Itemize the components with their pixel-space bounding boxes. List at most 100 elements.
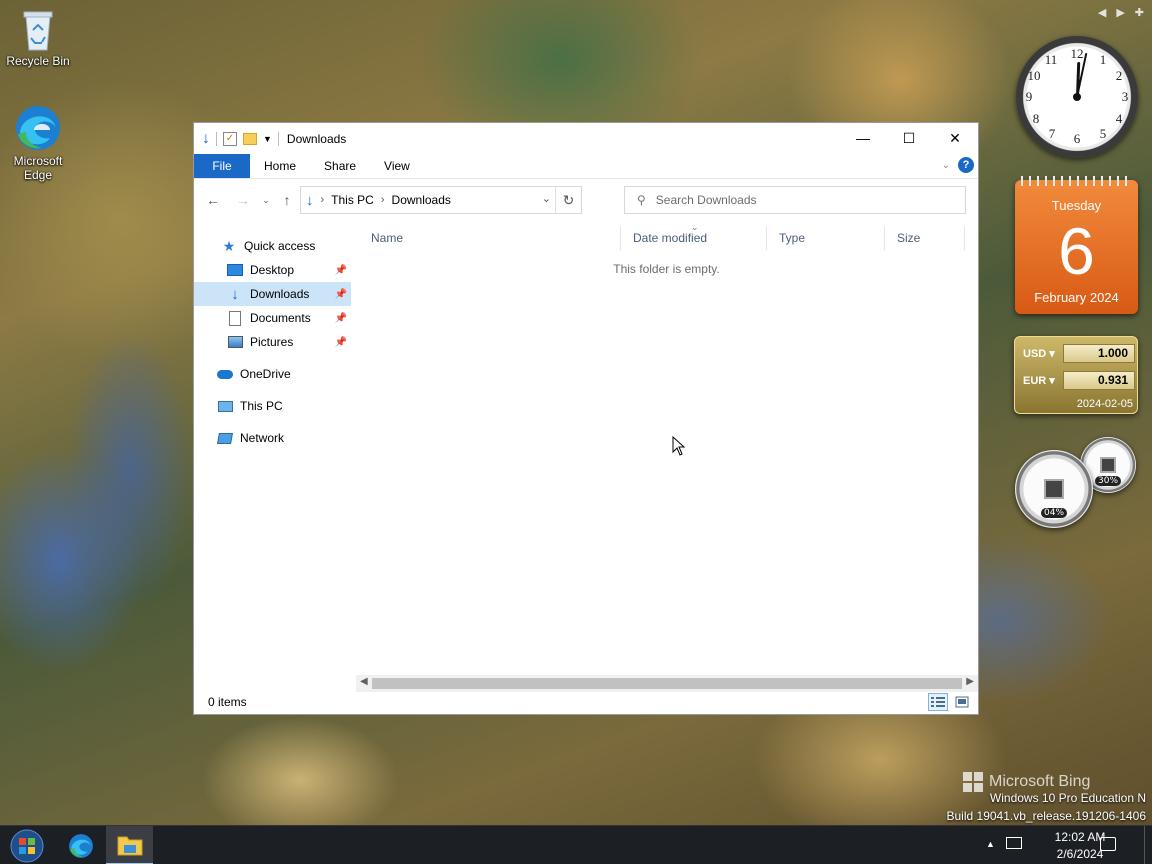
tab-share[interactable]: Share bbox=[310, 154, 370, 178]
breadcrumb-downloads[interactable]: Downloads bbox=[392, 193, 451, 207]
currency-gadget[interactable]: USD ▾ 1.000 EUR ▾ 0.931 2024-02-05 bbox=[1014, 336, 1138, 414]
ribbon-controls: ⌄ ? bbox=[942, 157, 974, 173]
desktop-icon-recycle-bin[interactable]: Recycle Bin bbox=[0, 8, 76, 68]
calendar-day: 6 bbox=[1058, 214, 1095, 288]
scroll-right-icon[interactable]: ▶ bbox=[966, 676, 974, 687]
currency-value[interactable]: 0.931 bbox=[1063, 371, 1135, 390]
calendar-rings bbox=[1021, 176, 1132, 186]
customize-qat-icon[interactable]: ▼ bbox=[263, 134, 272, 144]
back-button[interactable]: ← bbox=[201, 188, 225, 212]
details-view-button[interactable] bbox=[928, 693, 948, 711]
address-bar[interactable]: ↓ › This PC › Downloads ⌄ ↻ bbox=[300, 186, 582, 214]
up-button[interactable]: ↑ bbox=[275, 188, 299, 212]
column-header-label: Size bbox=[897, 231, 921, 245]
documents-icon bbox=[226, 309, 244, 327]
new-folder-icon[interactable] bbox=[243, 132, 257, 145]
sidebar-item-pictures[interactable]: Pictures 📌 bbox=[194, 330, 351, 354]
refresh-button[interactable]: ↻ bbox=[555, 187, 581, 213]
currency-value[interactable]: 1.000 bbox=[1063, 344, 1135, 363]
tab-file[interactable]: File bbox=[194, 154, 250, 178]
desktop-icon-label: Recycle Bin bbox=[6, 54, 70, 68]
forward-button[interactable]: → bbox=[231, 188, 255, 212]
next-icon[interactable]: ▶ bbox=[1116, 6, 1124, 19]
sidebar-item-label: Downloads bbox=[250, 287, 310, 301]
sidebar-item-network[interactable]: Network bbox=[194, 426, 351, 450]
recycle-bin-icon bbox=[23, 11, 53, 51]
cpu-meter[interactable]: 04% bbox=[1015, 450, 1093, 528]
file-list[interactable]: Name ⌄ Date modified Type Size This fold… bbox=[359, 220, 974, 680]
gadget-bar-controls: ◀ ▶ ✚ bbox=[1098, 6, 1144, 19]
show-hidden-icons-button[interactable]: ▲ bbox=[986, 839, 995, 849]
tab-home[interactable]: Home bbox=[250, 154, 310, 178]
network-icon bbox=[216, 429, 234, 447]
currency-code-dropdown[interactable]: USD ▾ bbox=[1023, 347, 1063, 360]
column-header-name[interactable]: Name bbox=[359, 226, 621, 250]
search-icon: ⚲ bbox=[637, 193, 646, 207]
sidebar-item-downloads[interactable]: ↓ Downloads 📌 bbox=[194, 282, 351, 306]
clock-gadget[interactable]: 12 1 2 3 4 5 6 7 8 9 10 11 bbox=[1016, 36, 1138, 158]
search-box[interactable]: ⚲ Search Downloads bbox=[624, 186, 966, 214]
pin-icon[interactable]: 📌 bbox=[335, 313, 347, 324]
column-header-size[interactable]: Size bbox=[885, 226, 965, 250]
item-count: 0 items bbox=[208, 695, 247, 709]
navigation-bar: ← → ⌄ ↑ ↓ › This PC › Downloads ⌄ ↻ ⚲ Se… bbox=[194, 178, 978, 220]
sort-indicator-icon: ⌄ bbox=[691, 222, 699, 232]
previous-icon[interactable]: ◀ bbox=[1098, 6, 1106, 19]
calendar-gadget[interactable]: Tuesday 6 February 2024 bbox=[1015, 176, 1138, 314]
help-icon[interactable]: ? bbox=[958, 157, 974, 173]
memory-chip-icon bbox=[1100, 457, 1116, 473]
add-gadget-icon[interactable]: ✚ bbox=[1135, 6, 1144, 19]
action-center-icon[interactable] bbox=[1100, 837, 1116, 851]
bing-watermark: Microsoft Bing bbox=[963, 772, 1090, 792]
clock-numeral: 12 bbox=[1070, 46, 1084, 61]
currency-code: USD bbox=[1023, 348, 1047, 360]
start-button[interactable] bbox=[0, 826, 54, 864]
taskbar-file-explorer-button[interactable] bbox=[106, 826, 153, 864]
column-header-type[interactable]: Type bbox=[767, 226, 885, 250]
taskbar-edge-button[interactable] bbox=[58, 826, 104, 864]
sidebar-item-onedrive[interactable]: OneDrive bbox=[194, 362, 351, 386]
properties-icon[interactable]: ✓ bbox=[223, 131, 237, 146]
maximize-button[interactable]: ☐ bbox=[886, 123, 932, 153]
cpu-percent: 04% bbox=[1040, 508, 1068, 518]
clock-numeral: 1 bbox=[1099, 52, 1107, 67]
windows-logo-icon bbox=[963, 772, 983, 792]
cpu-chip-icon bbox=[1044, 479, 1064, 499]
desktop-icon-edge[interactable]: Microsoft Edge bbox=[0, 104, 76, 182]
address-dropdown-icon[interactable]: ⌄ bbox=[542, 192, 551, 205]
scrollbar-thumb[interactable] bbox=[372, 678, 962, 689]
empty-folder-message: This folder is empty. bbox=[613, 262, 720, 276]
sidebar-item-documents[interactable]: Documents 📌 bbox=[194, 306, 351, 330]
clock-numeral: 5 bbox=[1099, 126, 1107, 141]
title-bar[interactable]: ↓ ✓ ▼ Downloads — ☐ ✕ bbox=[194, 123, 978, 154]
file-explorer-window[interactable]: ↓ ✓ ▼ Downloads — ☐ ✕ File Home Share Vi… bbox=[193, 122, 979, 715]
large-icons-view-button[interactable] bbox=[952, 693, 972, 711]
pin-icon[interactable]: 📌 bbox=[335, 265, 347, 276]
pin-icon[interactable]: 📌 bbox=[335, 337, 347, 348]
search-placeholder: Search Downloads bbox=[655, 193, 757, 207]
breadcrumb-separator: › bbox=[380, 194, 385, 206]
large-icons-view-icon bbox=[955, 696, 969, 708]
breadcrumb-this-pc[interactable]: This PC bbox=[331, 193, 374, 207]
sidebar-item-this-pc[interactable]: This PC bbox=[194, 394, 351, 418]
pin-icon[interactable]: 📌 bbox=[335, 289, 347, 300]
cloud-icon bbox=[216, 365, 234, 383]
close-button[interactable]: ✕ bbox=[932, 123, 978, 153]
sidebar-item-desktop[interactable]: Desktop 📌 bbox=[194, 258, 351, 282]
scroll-left-icon[interactable]: ◀ bbox=[360, 676, 368, 687]
windows-build: Build 19041.vb_release.191206-1406 bbox=[946, 809, 1147, 823]
column-header-date-modified[interactable]: ⌄ Date modified bbox=[621, 222, 767, 250]
star-icon: ★ bbox=[222, 237, 236, 254]
sidebar-item-quick-access[interactable]: ★ Quick access bbox=[194, 234, 351, 258]
show-desktop-button[interactable] bbox=[1144, 826, 1150, 864]
tab-view[interactable]: View bbox=[370, 154, 424, 178]
currency-code: EUR bbox=[1023, 375, 1047, 387]
clock-numeral: 4 bbox=[1115, 111, 1123, 126]
window-controls: — ☐ ✕ bbox=[840, 123, 978, 153]
sidebar-item-label: Pictures bbox=[250, 335, 294, 349]
expand-ribbon-icon[interactable]: ⌄ bbox=[942, 160, 950, 171]
currency-code-dropdown[interactable]: EUR ▾ bbox=[1023, 374, 1063, 387]
minimize-button[interactable]: — bbox=[840, 123, 886, 153]
network-status-icon[interactable] bbox=[1006, 837, 1022, 849]
edge-icon bbox=[16, 106, 60, 150]
